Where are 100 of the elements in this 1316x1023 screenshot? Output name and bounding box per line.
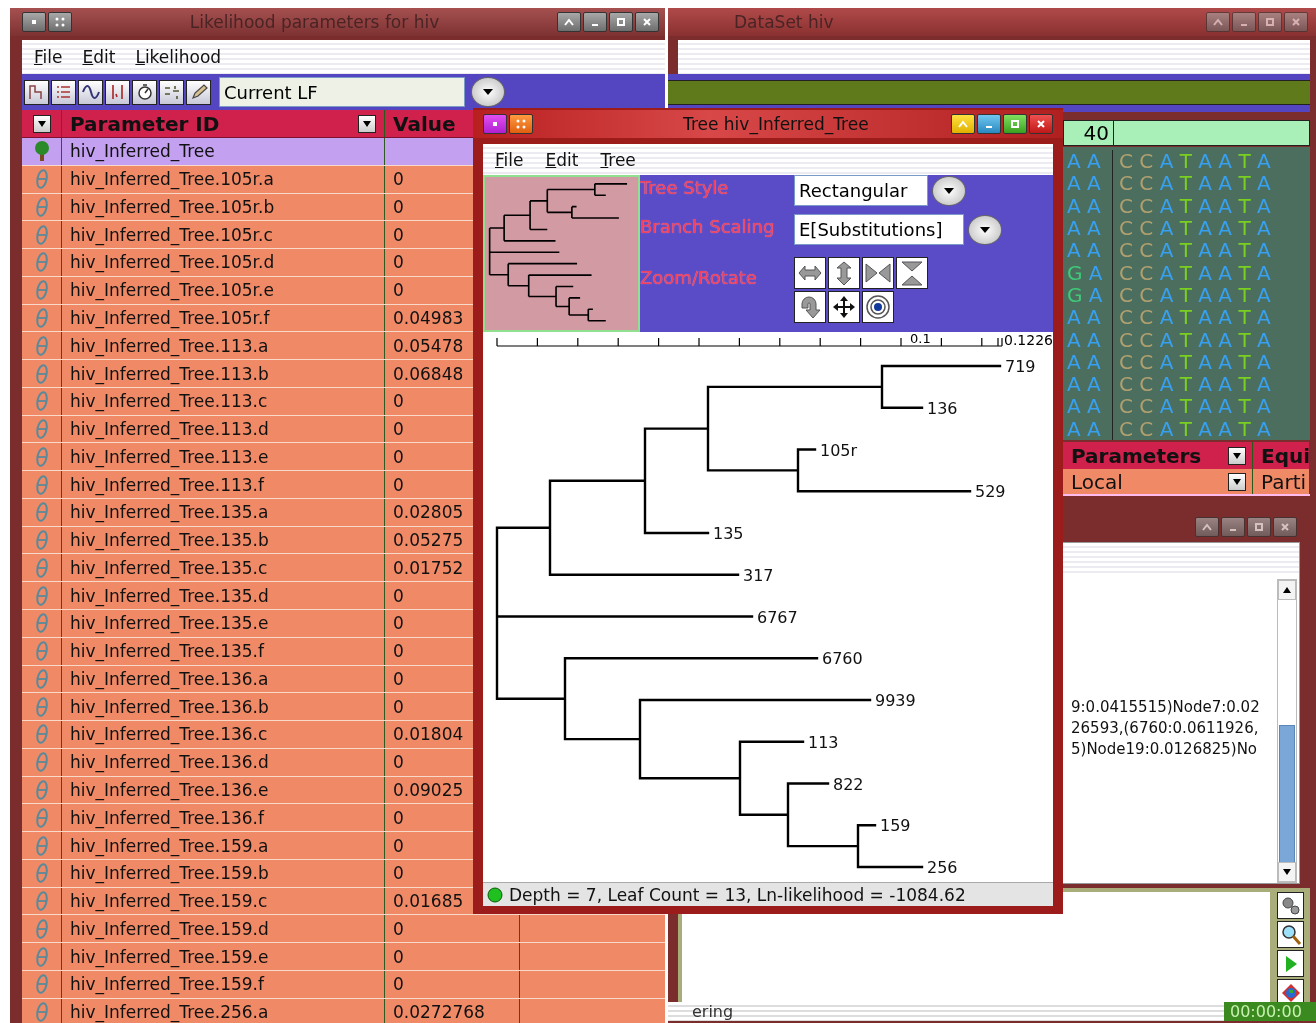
table-row[interactable]: hiv_Inferred_Tree.159.e 0 <box>22 943 665 971</box>
dropdown-button[interactable] <box>932 175 966 206</box>
menu-item[interactable]: Edit <box>82 45 116 69</box>
close-button[interactable] <box>1029 114 1053 134</box>
tree-layout-button[interactable] <box>24 79 49 105</box>
shade-button[interactable] <box>951 114 975 134</box>
menu-item[interactable]: File <box>34 45 63 69</box>
maximize-button[interactable] <box>1258 12 1282 32</box>
bar-icon <box>111 84 123 100</box>
dropdown-button[interactable] <box>1228 472 1246 491</box>
sequence-text: A A <box>1067 305 1101 330</box>
shade-button[interactable] <box>557 12 581 32</box>
likelihood-select[interactable]: Current LF <box>219 77 465 107</box>
table-cell: hiv_Inferred_Tree.113.b <box>70 363 269 384</box>
maximize-button[interactable] <box>609 12 633 32</box>
gears-button[interactable] <box>1277 892 1304 919</box>
rotate-arrow-button[interactable] <box>794 291 826 323</box>
timer: 00:00:00 <box>1224 1002 1316 1021</box>
table-cell: 0.01685 <box>393 891 464 912</box>
shade-button[interactable] <box>1206 12 1230 32</box>
table-cell: 0.0272768 <box>393 1002 485 1023</box>
sequence-text: C C A T A A T A <box>1119 372 1271 397</box>
up-arrow-icon[interactable] <box>1283 587 1291 593</box>
equation-button[interactable] <box>159 79 184 105</box>
search-button[interactable] <box>1277 921 1304 948</box>
table-cell: 0 <box>393 918 404 939</box>
down-arrow-icon[interactable] <box>1283 869 1291 875</box>
minimize-button[interactable] <box>1221 517 1245 537</box>
table-row[interactable]: hiv_Inferred_Tree.256.a 0.0272768 <box>22 998 665 1023</box>
pencil-button[interactable] <box>186 79 211 105</box>
table-cell: hiv_Inferred_Tree.159.c <box>70 891 268 912</box>
table-cell: 0 <box>393 169 404 190</box>
table-cell: hiv_Inferred_Tree.159.f <box>70 974 264 995</box>
play-icon <box>1285 955 1297 972</box>
minimize-button[interactable] <box>583 12 607 32</box>
leaf-label: 256 <box>927 858 958 877</box>
curve-button[interactable] <box>78 79 103 105</box>
shade-button[interactable] <box>1195 517 1219 537</box>
dropdown-button[interactable] <box>32 114 51 133</box>
table-cell: hiv_Inferred_Tree.159.d <box>70 918 269 939</box>
column-header: Parameters <box>1071 443 1202 468</box>
menu-item[interactable]: Likelihood <box>135 45 222 69</box>
theta-icon <box>35 335 48 356</box>
menu-button[interactable] <box>483 114 507 134</box>
outward-arrows-button[interactable] <box>896 257 928 289</box>
minimize-button[interactable] <box>977 114 1001 134</box>
equation-icon <box>163 85 180 100</box>
grid-button[interactable] <box>509 114 533 134</box>
theta-icon <box>35 474 48 495</box>
table-cell: hiv_Inferred_Tree.135.b <box>70 530 269 551</box>
maximize-icon <box>1011 120 1019 128</box>
sequence-text: C C A T A A T A <box>1119 349 1271 374</box>
table-cell: hiv_Inferred_Tree.105r.c <box>70 224 273 245</box>
grid-icon <box>516 119 526 129</box>
play-button[interactable] <box>1277 950 1304 977</box>
table-cell: hiv_Inferred_Tree.105r.b <box>70 196 275 217</box>
shade-icon <box>958 120 968 128</box>
table-cell: hiv_Inferred_Tree.136.b <box>70 696 269 717</box>
dropdown-button[interactable] <box>968 214 1002 245</box>
table-row[interactable]: hiv_Inferred_Tree.159.d 0 <box>22 915 665 944</box>
move-cross-button[interactable] <box>828 291 860 323</box>
dropdown-button[interactable] <box>1228 446 1246 465</box>
grid-button[interactable] <box>48 12 72 32</box>
table-cell: hiv_Inferred_Tree.159.e <box>70 946 269 967</box>
stopwatch-button[interactable] <box>132 79 157 105</box>
sequence-text: A A <box>1067 416 1101 441</box>
list-button[interactable] <box>51 79 76 105</box>
tree-style-select[interactable]: Rectangular <box>794 175 928 206</box>
inward-arrows-button[interactable] <box>862 257 894 289</box>
scale-label: 0.1 <box>910 332 931 346</box>
close-button[interactable] <box>1284 12 1308 32</box>
dropdown-button[interactable] <box>358 114 376 133</box>
horizontal-arrows-button[interactable] <box>794 257 826 289</box>
table-cell: hiv_Inferred_Tree.256.a <box>70 1002 269 1023</box>
console-text: 26593,(6760:0.0611926, <box>1071 718 1260 739</box>
sequence-text: A A <box>1067 349 1101 374</box>
target-button[interactable] <box>862 291 894 323</box>
branch-scaling-select[interactable]: E[Substitutions] <box>794 214 964 245</box>
dropdown-button[interactable] <box>471 77 505 107</box>
leaf-label: 113 <box>808 732 839 752</box>
table-cell: 0 <box>393 474 404 495</box>
bar-button[interactable] <box>105 79 130 105</box>
caret-icon <box>37 120 46 127</box>
table-row[interactable]: Local Parti <box>1063 469 1310 496</box>
scrollbar[interactable] <box>1277 579 1297 883</box>
table-cell: 0.01804 <box>393 724 464 745</box>
minimize-button[interactable] <box>1232 12 1256 32</box>
sequence-text: A A <box>1067 238 1101 263</box>
globe-icon <box>1281 983 1300 1002</box>
sequence-text: C C A T A A T A <box>1119 193 1271 218</box>
theta-icon <box>35 363 48 384</box>
table-cell: 0 <box>393 835 404 856</box>
maximize-button[interactable] <box>1003 114 1027 134</box>
close-button[interactable] <box>1273 517 1297 537</box>
menu-button[interactable] <box>22 12 46 32</box>
sequence-text: C C A T A A T A <box>1119 171 1271 196</box>
vertical-arrows-button[interactable] <box>828 257 860 289</box>
table-row[interactable]: hiv_Inferred_Tree.159.f 0 <box>22 970 665 999</box>
maximize-button[interactable] <box>1247 517 1271 537</box>
close-button[interactable] <box>635 12 659 32</box>
